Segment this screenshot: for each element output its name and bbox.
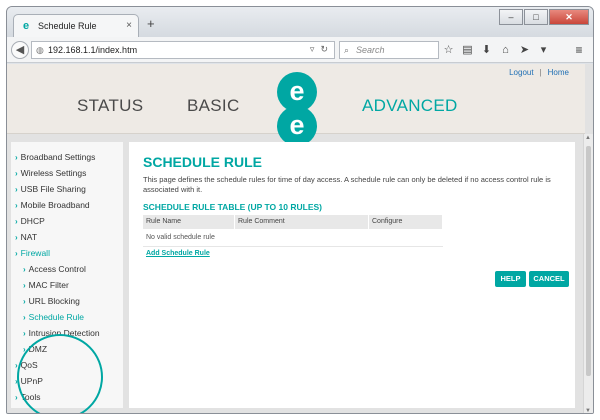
page-description: This page defines the schedule rules for… (143, 175, 551, 194)
search-placeholder: Search (356, 45, 385, 55)
nav-basic-tab[interactable]: BASIC (187, 96, 240, 116)
column-header-rule-name: Rule Name (143, 215, 235, 229)
add-schedule-rule-link[interactable]: Add Schedule Rule (146, 250, 210, 257)
minimize-button[interactable]: – (499, 9, 523, 25)
page-scrollbar[interactable]: ▲ ▼ (583, 134, 593, 413)
sidebar-item-dhcp[interactable]: › DHCP (15, 216, 45, 226)
chevron-right-icon: › (15, 217, 18, 226)
sidebar-item-schedule-rule[interactable]: › Schedule Rule (23, 312, 84, 322)
reload-icon[interactable]: ↻ (320, 44, 328, 55)
scroll-down-icon[interactable]: ▼ (585, 408, 591, 413)
send-icon[interactable]: ➤ (515, 42, 534, 58)
chevron-right-icon: › (15, 153, 18, 162)
sidebar-item-label: NAT (20, 232, 38, 242)
sidebar-item-label: Firewall (20, 248, 50, 258)
globe-icon: ◍ (36, 44, 44, 55)
window-controls: – □ ✕ (499, 9, 589, 25)
sidebar-item-label: USB File Sharing (20, 184, 86, 194)
sidebar-item-mac-filter[interactable]: › MAC Filter (23, 280, 69, 290)
extension-dropdown-icon[interactable]: ▾ (534, 42, 553, 58)
router-page: Logout | Home STATUS BASIC e e ADVANCED … (7, 64, 593, 413)
browser-tab[interactable]: e Schedule Rule × (13, 14, 139, 37)
sidebar-item-broadband-settings[interactable]: › Broadband Settings (15, 152, 95, 162)
highlight-circle (17, 334, 103, 413)
tab-title: Schedule Rule (38, 21, 97, 31)
browser-window: e Schedule Rule × + – □ ✕ ◀ ◍ 192.168.1.… (6, 6, 594, 414)
cancel-button[interactable]: CANCEL (529, 271, 569, 287)
table-row: No valid schedule rule (143, 229, 443, 247)
sidebar-item-label: MAC Filter (28, 280, 69, 290)
chevron-down-icon: › (15, 249, 18, 258)
header-links: Logout | Home (509, 68, 569, 77)
chevron-right-icon: › (15, 185, 18, 194)
sidebar-item-nat[interactable]: › NAT (15, 232, 37, 242)
help-button[interactable]: HELP (495, 271, 526, 287)
column-header-configure: Configure (369, 215, 443, 229)
tab-close-icon[interactable]: × (126, 20, 132, 31)
sidebar-item-url-blocking[interactable]: › URL Blocking (23, 296, 80, 306)
chevron-right-icon: › (23, 281, 26, 290)
new-tab-button[interactable]: + (147, 17, 155, 30)
dropdown-arrow-icon[interactable]: ▿ (310, 44, 315, 55)
sidebar-item-access-control[interactable]: › Access Control (23, 264, 86, 274)
sidebar-item-label: Mobile Broadband (20, 200, 90, 210)
search-input[interactable]: ⌕ Search (339, 41, 439, 59)
maximize-button[interactable]: □ (524, 9, 548, 25)
sidebar-item-label: DHCP (20, 216, 45, 226)
reading-list-icon[interactable]: ▤ (458, 42, 477, 58)
page-header: Logout | Home STATUS BASIC e e ADVANCED (7, 64, 585, 146)
chevron-right-icon: › (15, 393, 18, 402)
main-content: SCHEDULE RULE This page defines the sche… (129, 142, 575, 408)
sidebar-item-mobile-broadband[interactable]: › Mobile Broadband (15, 200, 90, 210)
chevron-right-icon: › (23, 265, 26, 274)
url-text: 192.168.1.1/index.htm (48, 45, 138, 55)
sidebar-item-label: Broadband Settings (20, 152, 96, 162)
ee-logo-bottom-icon: e (277, 106, 317, 146)
download-icon[interactable]: ⬇ (477, 42, 496, 58)
link-separator: | (539, 68, 542, 77)
nav-status-tab[interactable]: STATUS (77, 96, 143, 116)
chevron-right-icon: › (23, 313, 26, 322)
back-button[interactable]: ◀ (11, 41, 29, 59)
sidebar-item-usb-file-sharing[interactable]: › USB File Sharing (15, 184, 86, 194)
chevron-right-icon: › (23, 329, 26, 338)
sidebar-item-firewall[interactable]: › Firewall (15, 248, 50, 258)
column-header-rule-comment: Rule Comment (235, 215, 369, 229)
close-window-button[interactable]: ✕ (549, 9, 589, 25)
chevron-right-icon: › (15, 233, 18, 242)
schedule-rule-table: Rule Name Rule Comment Configure No vali… (143, 215, 443, 247)
nav-advanced-tab[interactable]: ADVANCED (362, 96, 458, 116)
table-header: Rule Name Rule Comment Configure (143, 215, 443, 229)
search-icon: ⌕ (344, 44, 350, 55)
chevron-right-icon: › (23, 297, 26, 306)
chevron-right-icon: › (15, 201, 18, 210)
home-icon[interactable]: ⌂ (496, 42, 515, 58)
scroll-thumb[interactable] (586, 146, 591, 376)
scroll-up-icon[interactable]: ▲ (585, 135, 591, 141)
sidebar-item-label: Schedule Rule (28, 312, 84, 322)
home-link[interactable]: Home (548, 68, 569, 77)
bookmark-star-icon[interactable]: ☆ (439, 42, 458, 58)
navigation-bar: ◀ ◍ 192.168.1.1/index.htm ▿ ↻ ⌕ Search ☆… (7, 37, 593, 63)
sidebar-item-label: Access Control (28, 264, 86, 274)
sidebar-item-label: URL Blocking (28, 296, 80, 306)
address-bar[interactable]: ◍ 192.168.1.1/index.htm ▿ ↻ (31, 41, 335, 59)
sidebar-item-label: Wireless Settings (20, 168, 87, 178)
toolbar-icons: ☆ ▤ ⬇ ⌂ ➤ ▾ (439, 42, 553, 58)
url-actions: ▿ ↻ (310, 44, 328, 55)
chevron-right-icon: › (15, 169, 18, 178)
ee-favicon-icon: e (22, 20, 30, 32)
ee-logo: e e (277, 72, 317, 146)
table-title: SCHEDULE RULE TABLE (UP TO 10 RULES) (143, 202, 322, 212)
hamburger-menu-icon[interactable]: ≡ (571, 42, 587, 58)
page-title: SCHEDULE RULE (143, 154, 263, 170)
logout-link[interactable]: Logout (509, 68, 533, 77)
title-bar: e Schedule Rule × + – □ ✕ (7, 7, 593, 37)
sidebar-item-wireless-settings[interactable]: › Wireless Settings (15, 168, 86, 178)
